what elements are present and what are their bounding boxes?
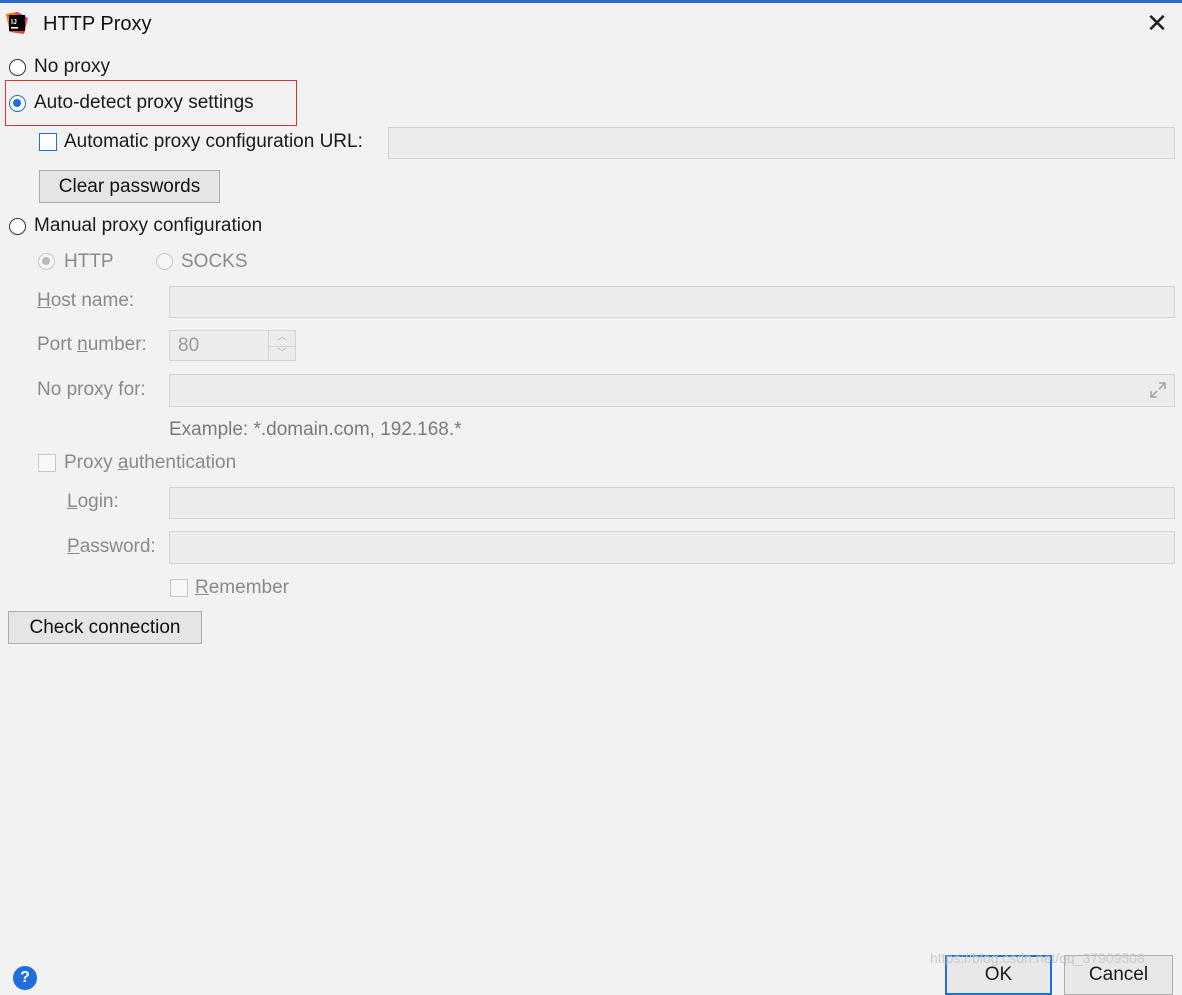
intellij-idea-icon: IJ: [6, 12, 28, 34]
port-stepper[interactable]: ︿ ﹀: [268, 330, 296, 361]
proxy-auth-checkbox[interactable]: [38, 454, 56, 472]
http-radio[interactable]: [38, 253, 55, 270]
manual-proxy-label[interactable]: Manual proxy configuration: [34, 215, 262, 237]
chevron-down-icon[interactable]: ﹀: [269, 346, 295, 361]
login-input[interactable]: [169, 487, 1175, 519]
socks-label: SOCKS: [181, 251, 248, 272]
password-input[interactable]: [169, 531, 1175, 564]
port-number-label: Port number:: [37, 334, 147, 355]
no-proxy-for-input[interactable]: [169, 374, 1175, 407]
check-connection-button[interactable]: Check connection: [8, 611, 202, 644]
http-label: HTTP: [64, 251, 114, 272]
auto-detect-radio[interactable]: [9, 95, 26, 112]
manual-proxy-radio[interactable]: [9, 218, 26, 235]
proxy-auth-label: Proxy authentication: [64, 452, 237, 473]
expand-icon[interactable]: [1148, 380, 1168, 400]
close-icon[interactable]: ✕: [1144, 10, 1170, 36]
clear-passwords-button[interactable]: Clear passwords: [39, 170, 220, 203]
pac-url-checkbox[interactable]: [39, 133, 57, 151]
socks-radio[interactable]: [156, 253, 173, 270]
no-proxy-label[interactable]: No proxy: [34, 56, 110, 78]
no-proxy-for-label: No proxy for:: [37, 379, 146, 400]
remember-checkbox[interactable]: [170, 579, 188, 597]
help-icon[interactable]: ?: [13, 966, 37, 990]
pac-url-input[interactable]: [388, 127, 1175, 159]
auto-detect-label[interactable]: Auto-detect proxy settings: [34, 92, 254, 114]
no-proxy-radio[interactable]: [9, 59, 26, 76]
port-number-input[interactable]: 80: [169, 330, 269, 361]
login-label: Login:: [67, 491, 119, 512]
pac-url-label[interactable]: Automatic proxy configuration URL:: [64, 131, 363, 153]
svg-text:IJ: IJ: [11, 19, 17, 26]
chevron-up-icon[interactable]: ︿: [269, 331, 295, 345]
dialog-title: HTTP Proxy: [43, 13, 152, 35]
window-top-border: [0, 0, 1182, 3]
no-proxy-example: Example: *.domain.com, 192.168.*: [169, 419, 462, 440]
remember-label: Remember: [195, 577, 289, 598]
host-name-input[interactable]: [169, 286, 1175, 318]
watermark: https://blog.csdn.net/qq_37909508: [930, 950, 1145, 966]
host-name-label: Host name:: [37, 290, 135, 311]
password-label: Password:: [67, 536, 156, 557]
